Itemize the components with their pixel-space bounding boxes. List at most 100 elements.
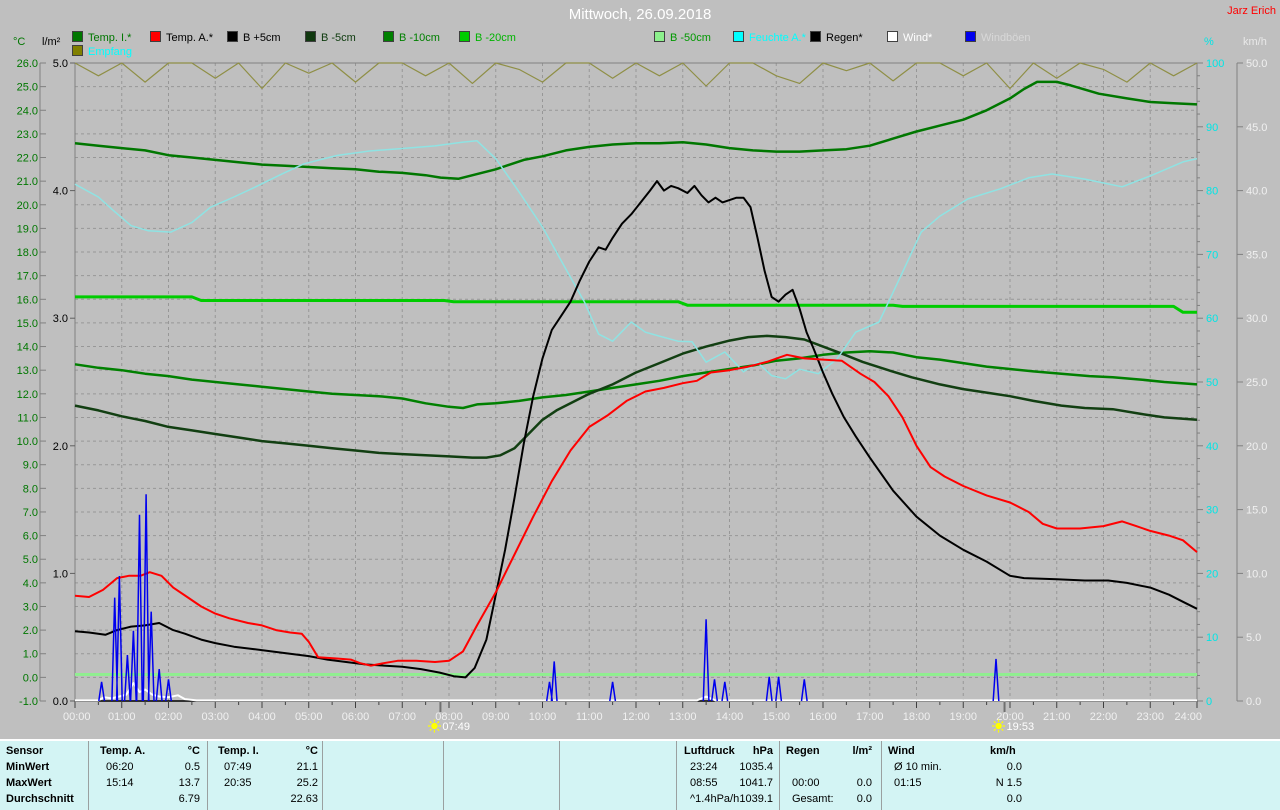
table-group-name: Wind [888,745,915,757]
table-cell-time: 08:55 [690,777,718,789]
axis-label-hour: 05:00 [295,711,323,723]
axis-label-hour: 13:00 [669,711,697,723]
table-cell-time: 20:35 [224,777,252,789]
tick-label-kmh: 20.0 [1246,441,1267,453]
tick-label-celsius: 0.0 [23,672,38,684]
tick-label-lm2: 0.0 [53,696,68,708]
table-cell-value: 0.5 [184,761,200,773]
table-divider [443,741,444,810]
table-group-unit: hPa [752,745,773,757]
table-cell-time: 07:49 [224,761,252,773]
tick-label-celsius: 12.0 [17,389,38,401]
tick-label-kmh: 30.0 [1246,313,1267,325]
tick-label-kmh: 25.0 [1246,377,1267,389]
axis-label-hour: 17:00 [856,711,884,723]
tick-label-lm2: 2.0 [53,441,68,453]
tick-label-celsius: 10.0 [17,436,38,448]
axis-label-hour: 22:00 [1090,711,1118,723]
tick-label-lm2: 1.0 [53,568,68,580]
weather-day-chart: -1.0 0.0 1.0 2.0 3.0 4.0 5.0 6.0 7.0 8.0 9.0 10.0 11… [17,58,1268,733]
tick-label-kmh: 40.0 [1246,186,1267,198]
tick-label-celsius: 24.0 [17,105,38,117]
series-feuchte-a- [74,140,1198,380]
axis-label-hour: 12:00 [622,711,650,723]
table-cell-value: 13.7 [178,777,200,789]
table-row-label: MaxWert [6,777,52,789]
tick-label-kmh: 15.0 [1246,505,1267,517]
tick-label-celsius: 18.0 [17,247,38,259]
tick-label-celsius: 1.0 [23,649,38,661]
axis-label-hour: 23:00 [1136,711,1164,723]
tick-label-percent: 40 [1206,441,1218,453]
table-cell-value: 1041.7 [739,777,773,789]
table-cell-time: 23:24 [690,761,718,773]
tick-label-celsius: 21.0 [17,176,38,188]
table-cell-value: 0.0 [1006,761,1022,773]
axis-label-hour: 16:00 [809,711,837,723]
table-divider [881,741,882,810]
table-divider [559,741,560,810]
tick-label-kmh: 10.0 [1246,568,1267,580]
axis-label-hour: 21:00 [1043,711,1071,723]
tick-label-celsius: 11.0 [17,412,38,424]
table-cell-time: Gesamt: [792,793,834,805]
axis-label-hour: 07:00 [388,711,416,723]
axis-label-hour: 14:00 [716,711,744,723]
table-cell-value: 6.79 [178,793,200,805]
table-cell-value: 0.0 [856,793,872,805]
table-row-label: Durchschnitt [6,793,74,805]
tick-label-lm2: 3.0 [53,313,68,325]
sunrise-marker-time: 07:49 [442,721,470,733]
tick-label-percent: 50 [1206,377,1218,389]
table-cell-value: 1039.1 [739,793,773,805]
tick-label-celsius: 23.0 [17,129,38,141]
sunrise-marker-icon [427,719,441,733]
tick-label-celsius: 3.0 [23,601,38,613]
tick-label-percent: 90 [1206,122,1218,134]
table-divider [676,741,677,810]
tick-label-celsius: -1.0 [19,696,38,708]
tick-label-percent: 100 [1206,58,1224,70]
axis-label-hour: 06:00 [342,711,370,723]
table-group-name: Temp. A. [100,745,146,757]
axis-label-hour: 04:00 [248,711,276,723]
series-windb-en [98,494,1000,702]
axis-label-hour: 10:00 [529,711,557,723]
tick-label-celsius: 14.0 [17,342,38,354]
table-cell-value: 1035.4 [739,761,773,773]
tick-label-celsius: 15.0 [17,318,38,330]
tick-label-celsius: 17.0 [17,271,38,283]
tick-label-celsius: 16.0 [17,294,38,306]
tick-label-celsius: 8.0 [23,483,38,495]
table-cell-value: N 1.5 [995,777,1022,789]
tick-label-celsius: 22.0 [17,153,38,165]
tick-label-celsius: 2.0 [23,625,38,637]
table-group-name: Temp. I. [218,745,259,757]
table-divider [322,741,323,810]
weather-chart-screen: Mittwoch, 26.09.2018 Jarz Erich °C l/m² … [0,0,1280,810]
table-group-unit: km/h [990,745,1016,757]
series-wind [75,682,1197,702]
tick-label-kmh: 5.0 [1246,632,1261,644]
axis-label-hour: 11:00 [576,711,603,723]
table-row-label: Sensor [6,745,44,757]
tick-label-percent: 20 [1206,568,1218,580]
tick-label-celsius: 26.0 [17,58,38,70]
tick-label-celsius: 7.0 [23,507,38,519]
tick-label-kmh: 50.0 [1246,58,1267,70]
table-group-unit: °C [305,745,318,757]
table-group-unit: °C [187,745,200,757]
axis-label-hour: 03:00 [201,711,229,723]
tick-label-percent: 10 [1206,632,1218,644]
axis-label-hour: 02:00 [155,711,183,723]
tick-label-celsius: 25.0 [17,82,38,94]
axis-label-hour: 24:00 [1174,711,1202,723]
tick-label-kmh: 0.0 [1246,696,1261,708]
table-group-name: Regen [786,745,820,757]
sunset-marker-time: 19:53 [1007,721,1035,733]
table-cell-value: 21.1 [296,761,318,773]
table-divider [207,741,208,810]
tick-label-celsius: 20.0 [17,200,38,212]
axis-label-hour: 01:00 [108,711,136,723]
table-divider [88,741,89,810]
